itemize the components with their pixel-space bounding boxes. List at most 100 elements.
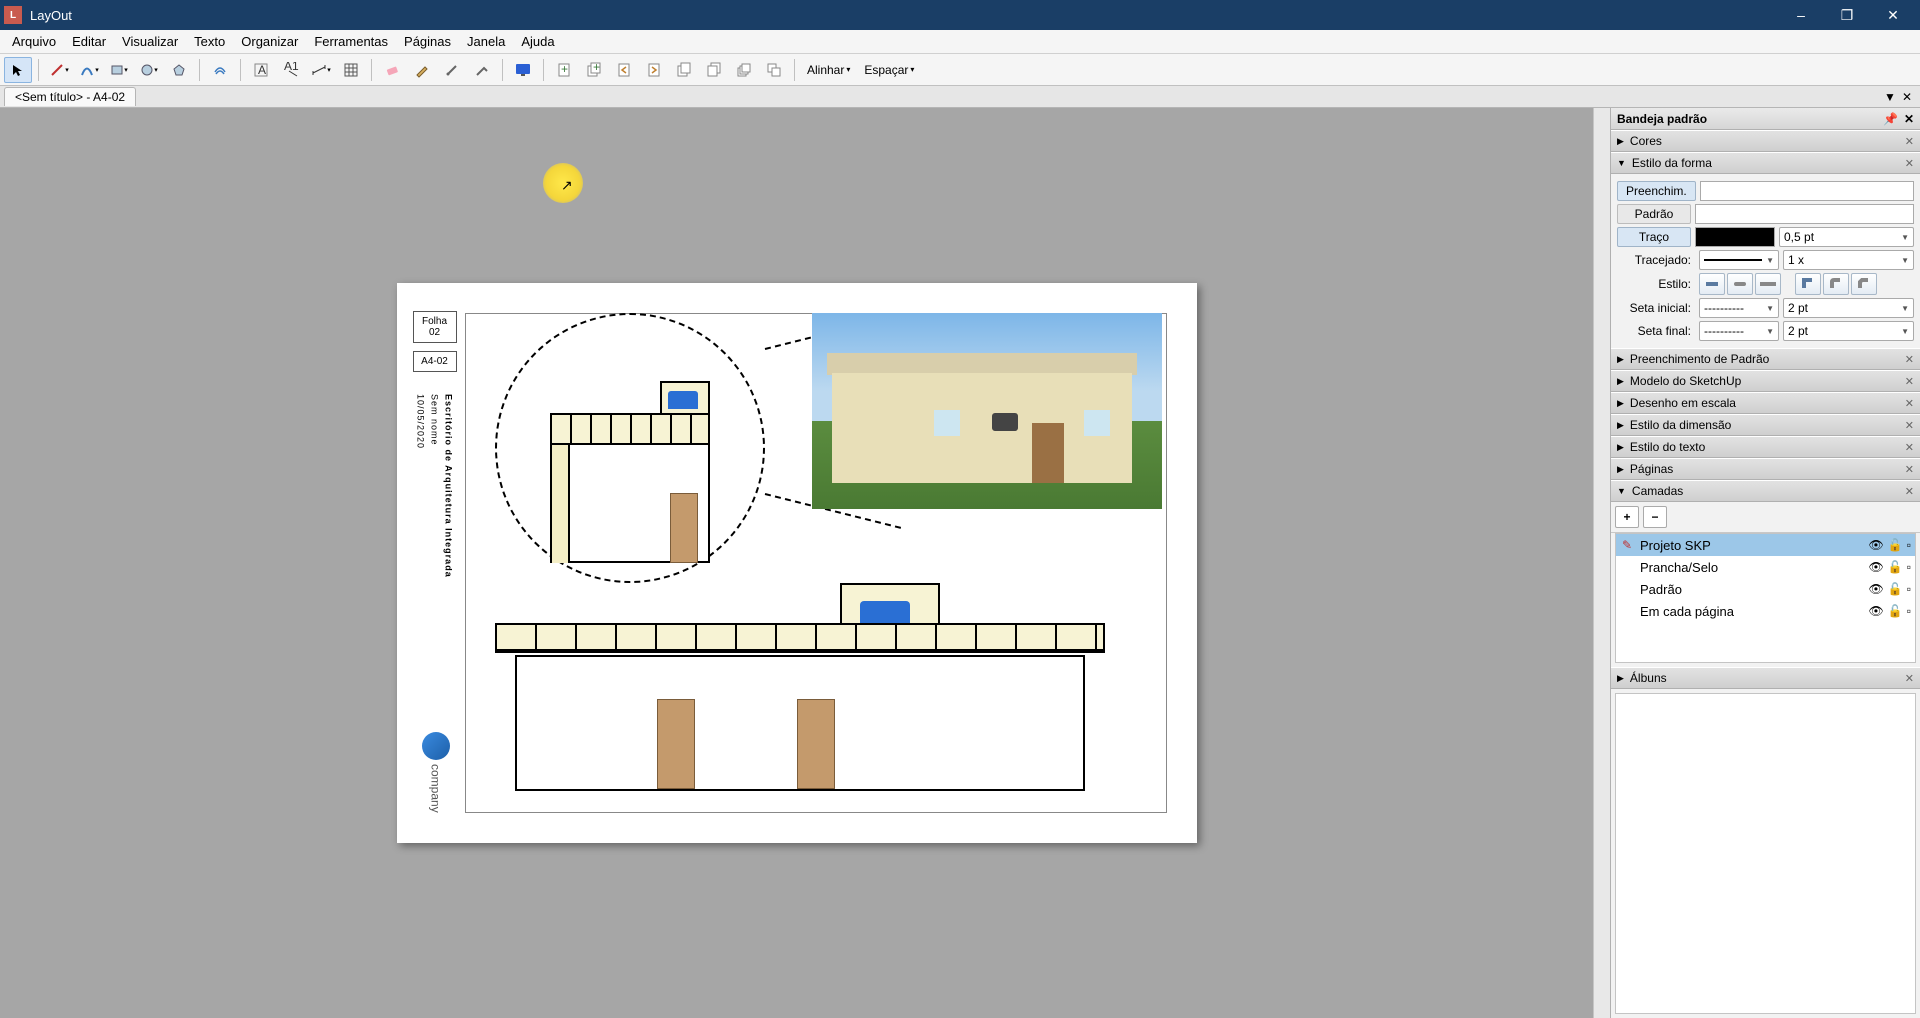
rectangle-tool[interactable]: ▾ bbox=[105, 57, 133, 83]
arrow-start-select[interactable]: ----------▼ bbox=[1699, 298, 1779, 318]
panel-albuns[interactable]: ▶Álbuns✕ bbox=[1611, 667, 1920, 689]
style-tool[interactable] bbox=[408, 57, 436, 83]
layer-name[interactable]: Em cada página bbox=[1640, 604, 1863, 619]
visibility-icon[interactable]: 👁 bbox=[1869, 582, 1884, 596]
remove-layer-button[interactable]: − bbox=[1643, 506, 1667, 528]
join-style-bevel[interactable] bbox=[1851, 273, 1877, 295]
panel-close-icon[interactable]: ✕ bbox=[1905, 419, 1914, 432]
panel-close-icon[interactable]: ✕ bbox=[1905, 135, 1914, 148]
pattern-swatch[interactable] bbox=[1695, 204, 1914, 224]
menu-texto[interactable]: Texto bbox=[186, 31, 233, 52]
page-stack-tool[interactable] bbox=[730, 57, 758, 83]
panel-close-icon[interactable]: ✕ bbox=[1905, 441, 1914, 454]
share-icon[interactable]: ▫ bbox=[1907, 560, 1911, 574]
layer-row[interactable]: ✎ Projeto SKP 👁🔓▫ bbox=[1616, 534, 1915, 556]
select-tool[interactable] bbox=[4, 57, 32, 83]
menu-visualizar[interactable]: Visualizar bbox=[114, 31, 186, 52]
menu-ajuda[interactable]: Ajuda bbox=[513, 31, 562, 52]
panel-estilo-dimensao[interactable]: ▶Estilo da dimensão✕ bbox=[1611, 414, 1920, 436]
panel-close-icon[interactable]: ✕ bbox=[1905, 397, 1914, 410]
panel-desenho-escala[interactable]: ▶Desenho em escala✕ bbox=[1611, 392, 1920, 414]
panel-modelo-sketchup[interactable]: ▶Modelo do SketchUp✕ bbox=[1611, 370, 1920, 392]
arc-tool[interactable]: ▾ bbox=[75, 57, 103, 83]
split-tool[interactable] bbox=[438, 57, 466, 83]
maximize-button[interactable]: ❐ bbox=[1824, 0, 1870, 30]
label-tool[interactable]: A1 bbox=[277, 57, 305, 83]
join-style-round[interactable] bbox=[1823, 273, 1849, 295]
panel-preenchimento-padrao[interactable]: ▶Preenchimento de Padrão✕ bbox=[1611, 348, 1920, 370]
text-tool[interactable]: A bbox=[247, 57, 275, 83]
fill-toggle[interactable]: Preenchim. bbox=[1617, 181, 1696, 201]
layer-row[interactable]: Prancha/Selo 👁 🔓 ▫ bbox=[1616, 556, 1915, 578]
tab-close-icon[interactable]: ✕ bbox=[1902, 90, 1912, 104]
polygon-tool[interactable] bbox=[165, 57, 193, 83]
stroke-toggle[interactable]: Traço bbox=[1617, 227, 1691, 247]
share-icon[interactable]: ▫ bbox=[1907, 582, 1911, 596]
fill-swatch[interactable] bbox=[1700, 181, 1914, 201]
canvas-vertical-scrollbar[interactable] bbox=[1593, 108, 1610, 1018]
panel-close-icon[interactable]: ✕ bbox=[1905, 157, 1914, 170]
panel-estilo-texto[interactable]: ▶Estilo do texto✕ bbox=[1611, 436, 1920, 458]
page-group-tool[interactable] bbox=[760, 57, 788, 83]
canvas[interactable]: Folha 02 A4-02 10/05/2020 Sem nome Escri… bbox=[0, 108, 1593, 1018]
panel-paginas[interactable]: ▶Páginas✕ bbox=[1611, 458, 1920, 480]
panel-close-icon[interactable]: ✕ bbox=[1905, 353, 1914, 366]
join-style-miter[interactable] bbox=[1795, 273, 1821, 295]
menu-arquivo[interactable]: Arquivo bbox=[4, 31, 64, 52]
cap-style-square[interactable] bbox=[1755, 273, 1781, 295]
tray-pin-icon[interactable]: 📌 bbox=[1883, 112, 1898, 126]
line-tool[interactable]: ▾ bbox=[45, 57, 73, 83]
panel-close-icon[interactable]: ✕ bbox=[1905, 375, 1914, 388]
join-tool[interactable] bbox=[468, 57, 496, 83]
arrow-start-size[interactable]: 2 pt▼ bbox=[1783, 298, 1914, 318]
lock-icon[interactable]: 🔓 bbox=[1888, 582, 1903, 596]
arrow-end-size[interactable]: 2 pt▼ bbox=[1783, 321, 1914, 341]
panel-camadas[interactable]: ▼Camadas✕ bbox=[1611, 480, 1920, 502]
lock-icon[interactable]: 🔓 bbox=[1888, 560, 1903, 574]
eraser-tool[interactable] bbox=[378, 57, 406, 83]
lock-icon[interactable]: 🔓 bbox=[1888, 604, 1903, 618]
add-layer-button[interactable]: + bbox=[1615, 506, 1639, 528]
page-front-tool[interactable] bbox=[700, 57, 728, 83]
tray-close-icon[interactable]: ✕ bbox=[1904, 112, 1914, 126]
cap-style-flat[interactable] bbox=[1699, 273, 1725, 295]
menu-paginas[interactable]: Páginas bbox=[396, 31, 459, 52]
panel-close-icon[interactable]: ✕ bbox=[1905, 672, 1914, 685]
circle-tool[interactable]: ▾ bbox=[135, 57, 163, 83]
document-tab[interactable]: <Sem título> - A4-02 bbox=[4, 87, 136, 106]
dimension-tool[interactable]: ▾ bbox=[307, 57, 335, 83]
duplicate-page-tool[interactable]: + bbox=[580, 57, 608, 83]
stroke-width-select[interactable]: 0,5 pt▼ bbox=[1779, 227, 1914, 247]
panel-estilo-forma[interactable]: ▼Estilo da forma✕ bbox=[1611, 152, 1920, 174]
menu-ferramentas[interactable]: Ferramentas bbox=[306, 31, 396, 52]
offset-tool[interactable] bbox=[206, 57, 234, 83]
prev-page-tool[interactable] bbox=[610, 57, 638, 83]
layer-name[interactable]: Prancha/Selo bbox=[1640, 560, 1863, 575]
add-page-tool[interactable]: + bbox=[550, 57, 578, 83]
layer-name[interactable]: Projeto SKP bbox=[1640, 538, 1863, 553]
visibility-icon[interactable]: 👁 bbox=[1869, 604, 1884, 618]
visibility-icon[interactable]: 👁 bbox=[1869, 560, 1884, 574]
lock-icon[interactable]: 🔓 bbox=[1888, 538, 1903, 552]
visibility-icon[interactable]: 👁 bbox=[1869, 538, 1884, 552]
table-tool[interactable] bbox=[337, 57, 365, 83]
layer-row[interactable]: Padrão 👁 🔓 ▫ bbox=[1616, 578, 1915, 600]
layout-page[interactable]: Folha 02 A4-02 10/05/2020 Sem nome Escri… bbox=[397, 283, 1197, 843]
minimize-button[interactable]: – bbox=[1778, 0, 1824, 30]
layer-row[interactable]: Em cada página 👁 🔓 ▫ bbox=[1616, 600, 1915, 622]
next-page-tool[interactable] bbox=[640, 57, 668, 83]
align-dropdown[interactable]: Alinhar▾ bbox=[801, 63, 856, 77]
panel-close-icon[interactable]: ✕ bbox=[1905, 485, 1914, 498]
presentation-tool[interactable] bbox=[509, 57, 537, 83]
dash-pattern-select[interactable]: ▼ bbox=[1699, 250, 1779, 270]
menu-editar[interactable]: Editar bbox=[64, 31, 114, 52]
layer-name[interactable]: Padrão bbox=[1640, 582, 1863, 597]
menu-organizar[interactable]: Organizar bbox=[233, 31, 306, 52]
space-dropdown[interactable]: Espaçar▾ bbox=[858, 63, 920, 77]
stroke-color-swatch[interactable] bbox=[1695, 227, 1775, 247]
panel-close-icon[interactable]: ✕ bbox=[1905, 463, 1914, 476]
share-icon[interactable]: ▫ bbox=[1907, 604, 1911, 618]
close-button[interactable]: ✕ bbox=[1870, 0, 1916, 30]
menu-janela[interactable]: Janela bbox=[459, 31, 513, 52]
cap-style-round[interactable] bbox=[1727, 273, 1753, 295]
